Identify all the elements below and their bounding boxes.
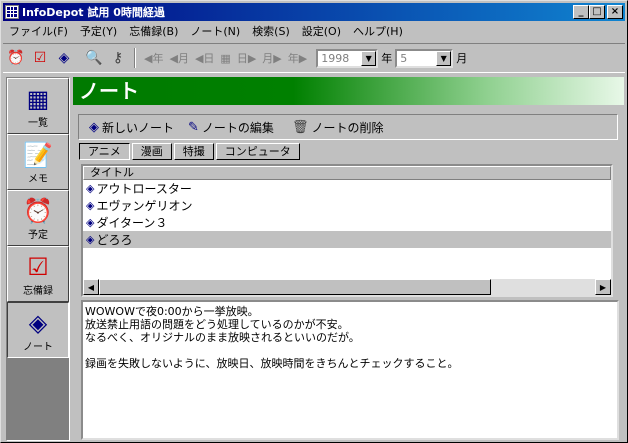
menu-bar: ファイル(F) 予定(Y) 忘備録(B) ノート(N) 検索(S) 設定(O) … <box>3 22 625 40</box>
note-content[interactable]: WOWOWで夜0:00から一挙放映。 放送禁止用語の問題をどう処理しているのかが… <box>81 300 619 440</box>
month-value: 5 <box>400 51 408 65</box>
sidebar-item-label: 忘備録 <box>23 285 53 297</box>
sidebar-item-reminder[interactable]: ☑ 忘備録 <box>7 246 69 302</box>
prev-year-button[interactable]: ◀年 <box>144 50 163 66</box>
tab-tokusatsu[interactable]: 特撮 <box>173 143 214 160</box>
sidebar-item-label: ノート <box>23 341 53 353</box>
next-day-button[interactable]: 日▶ <box>237 50 256 66</box>
menu-memo[interactable]: 忘備録(B) <box>123 23 184 39</box>
note-line: 放送禁止用語の問題をどう処理しているのかが不安。 <box>85 318 349 331</box>
checkbox-icon: ☑ <box>27 252 49 281</box>
menu-search[interactable]: 検索(S) <box>246 23 296 39</box>
checkbox-icon[interactable]: ☑ <box>29 47 51 69</box>
note-line: 録画を失敗しないように、放映日、放映時間をきちんとチェックすること。 <box>85 357 459 370</box>
sidebar-item-label: 一覧 <box>28 117 48 129</box>
scroll-thumb[interactable] <box>99 279 491 295</box>
list-item-label: ダイターン３ <box>96 216 168 230</box>
page-title: ノート <box>73 77 624 105</box>
year-combo[interactable]: 1998 ▼ <box>316 48 379 68</box>
delete-note-button[interactable]: 🗑 ノートの削除 <box>292 119 384 136</box>
main-panel: ノート ◈ 新しいノート ✎ ノートの編集 🗑 ノートの削除 アニメ 漫画 特撮… <box>73 77 624 441</box>
magnifier-icon[interactable]: 🔍 <box>83 47 105 69</box>
sidebar: ▦ 一覧 📝 メモ ⏰ 予定 ☑ 忘備録 ◈ ノート <box>6 77 70 441</box>
edit-note-label: ノートの編集 <box>201 120 274 135</box>
list-item-label: エヴァンゲリオン <box>96 199 193 213</box>
app-icon[interactable] <box>5 5 19 19</box>
menu-help[interactable]: ヘルプ(H) <box>347 23 409 39</box>
notepad-icon: 📝 <box>23 140 53 169</box>
category-tabs: アニメ 漫画 特撮 コンピュータ <box>79 143 302 161</box>
year-value: 1998 <box>321 51 350 65</box>
action-bar: ◈ 新しいノート ✎ ノートの編集 🗑 ノートの削除 <box>78 114 618 140</box>
note-line: なるべく、オリジナルのまま放映されるといいのだが。 <box>85 331 360 344</box>
list-item-label: どろろ <box>96 233 133 247</box>
tab-computer[interactable]: コンピュータ <box>215 143 300 160</box>
toolbar: ⏰ ☑ ◈ 🔍 ⚷ ◀年 ◀月 ◀日 ▦ 日▶ 月▶ 年▶ 1998 ▼ 年 5… <box>3 43 625 73</box>
sidebar-item-note[interactable]: ◈ ノート <box>7 302 69 358</box>
delete-note-label: ノートの削除 <box>311 120 384 135</box>
menu-schedule[interactable]: 予定(Y) <box>74 23 123 39</box>
app-window: InfoDepot 試用 0時間経過 _ □ × ファイル(F) 予定(Y) 忘… <box>0 0 628 443</box>
menu-note[interactable]: ノート(N) <box>184 23 246 39</box>
list-item[interactable]: ◈ アウトロースター <box>83 180 611 197</box>
scroll-left-icon[interactable]: ◀ <box>83 279 99 295</box>
year-label: 年 <box>381 52 393 65</box>
next-month-button[interactable]: 月▶ <box>262 50 281 66</box>
list-item[interactable]: ◈ エヴァンゲリオン <box>83 197 611 214</box>
column-header-title[interactable]: タイトル <box>83 166 611 180</box>
note-list[interactable]: タイトル ◈ アウトロースター ◈ エヴァンゲリオン ◈ ダイターン３ ◈ どろ… <box>81 164 613 297</box>
month-label: 月 <box>456 52 468 65</box>
calendar-icon[interactable]: ▦ <box>220 52 230 65</box>
next-year-button[interactable]: 年▶ <box>288 50 307 66</box>
menu-file[interactable]: ファイル(F) <box>3 23 74 39</box>
toolbar-separator <box>134 48 136 68</box>
maximize-button[interactable]: □ <box>589 5 605 19</box>
sidebar-item-label: 予定 <box>28 229 48 241</box>
calendar-grid-icon: ▦ <box>26 84 50 113</box>
year-dropdown-icon[interactable]: ▼ <box>361 50 377 66</box>
note-icon: ◈ <box>86 216 95 229</box>
new-note-button[interactable]: ◈ 新しいノート <box>89 119 174 136</box>
edit-note-button[interactable]: ✎ ノートの編集 <box>188 119 274 136</box>
edit-note-icon: ✎ <box>188 119 199 135</box>
prev-day-button[interactable]: ◀日 <box>195 50 214 66</box>
note-icon: ◈ <box>86 233 95 246</box>
note-line <box>85 344 615 357</box>
title-bar[interactable]: InfoDepot 試用 0時間経過 _ □ × <box>3 3 625 21</box>
list-item[interactable]: ◈ ダイターン３ <box>83 214 611 231</box>
sidebar-item-schedule[interactable]: ⏰ 予定 <box>7 190 69 246</box>
tab-manga[interactable]: 漫画 <box>131 143 172 160</box>
sidebar-item-list[interactable]: ▦ 一覧 <box>7 78 69 134</box>
new-note-label: 新しいノート <box>102 120 175 135</box>
note-icon: ◈ <box>86 199 95 212</box>
book-icon: ◈ <box>28 308 48 337</box>
menu-settings[interactable]: 設定(O) <box>296 23 347 39</box>
sidebar-item-memo[interactable]: 📝 メモ <box>7 134 69 190</box>
key-icon[interactable]: ⚷ <box>107 47 129 69</box>
book-icon[interactable]: ◈ <box>53 47 75 69</box>
list-item-label: アウトロースター <box>96 182 192 196</box>
trash-icon: 🗑 <box>291 119 309 135</box>
list-item-selected[interactable]: ◈ どろろ <box>83 231 611 248</box>
month-combo[interactable]: 5 ▼ <box>395 48 454 68</box>
window-title: InfoDepot 試用 0時間経過 <box>22 6 165 19</box>
sidebar-item-label: メモ <box>28 173 48 185</box>
month-dropdown-icon[interactable]: ▼ <box>436 50 452 66</box>
scroll-right-icon[interactable]: ▶ <box>595 279 611 295</box>
minimize-button[interactable]: _ <box>573 5 589 19</box>
note-icon: ◈ <box>86 182 95 195</box>
horizontal-scrollbar[interactable]: ◀ ▶ <box>83 279 611 295</box>
alarm-clock-icon: ⏰ <box>23 196 53 225</box>
close-button[interactable]: × <box>607 5 623 19</box>
book-icon: ◈ <box>89 119 99 135</box>
tab-anime[interactable]: アニメ <box>79 143 130 160</box>
alarm-clock-icon[interactable]: ⏰ <box>5 47 27 69</box>
prev-month-button[interactable]: ◀月 <box>169 50 188 66</box>
note-line: WOWOWで夜0:00から一挙放映。 <box>85 305 259 318</box>
